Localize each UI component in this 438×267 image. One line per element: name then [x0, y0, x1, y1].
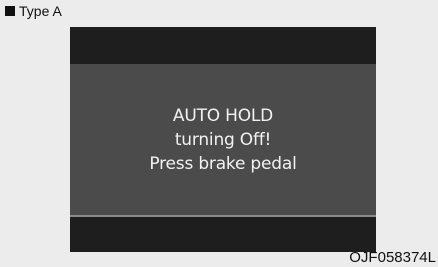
display-message-panel: AUTO HOLD turning Off! Press brake pedal — [70, 64, 376, 217]
message-line-1: AUTO HOLD — [172, 105, 274, 126]
figure-code: OJF058374L — [349, 249, 436, 266]
cluster-display: AUTO HOLD turning Off! Press brake pedal — [70, 27, 376, 252]
square-icon — [5, 6, 15, 16]
type-label: Type A — [5, 0, 62, 22]
display-bottom-bar — [70, 217, 376, 252]
display-top-bar — [70, 27, 376, 64]
type-label-text: Type A — [19, 3, 62, 19]
message-line-2: turning Off! — [174, 129, 272, 150]
message-line-3: Press brake pedal — [149, 153, 297, 174]
